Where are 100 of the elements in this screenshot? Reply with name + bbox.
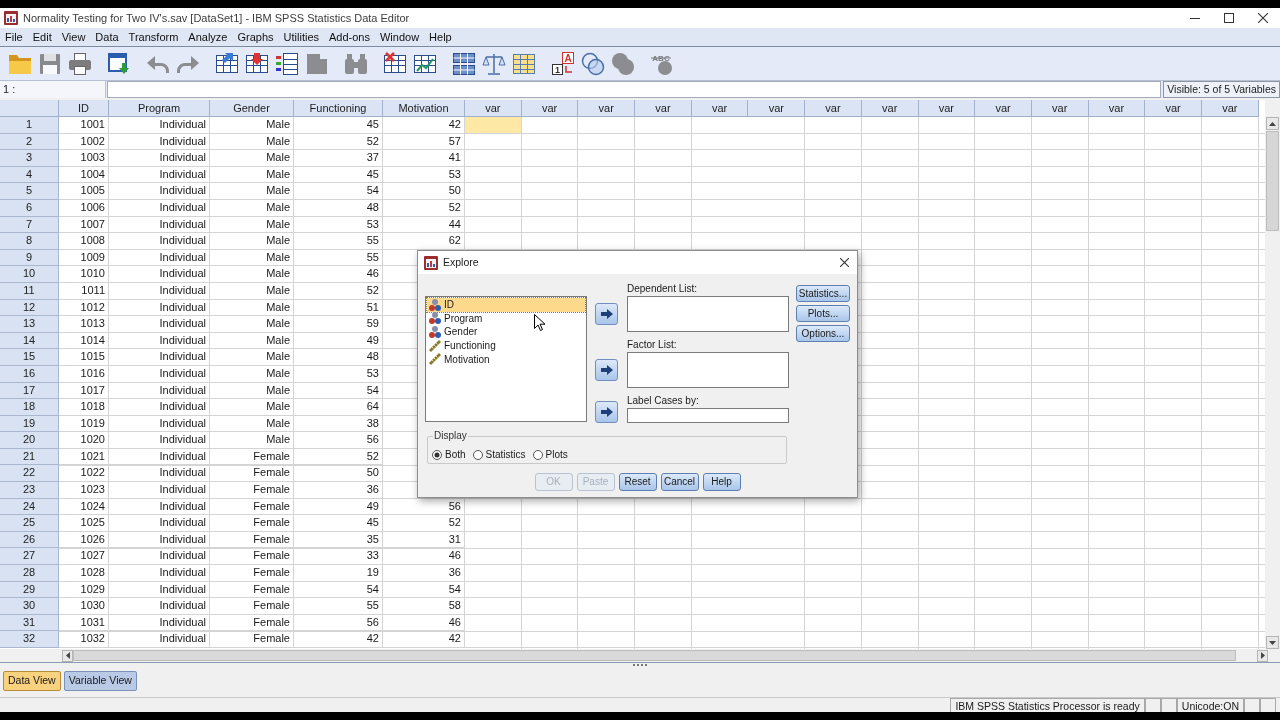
move-button[interactable] (595, 401, 618, 423)
column-header[interactable]: var (635, 100, 692, 117)
table-cell: 56 (294, 432, 383, 449)
menu-item[interactable]: Transform (123, 28, 184, 46)
column-header[interactable]: var (465, 100, 522, 117)
column-header[interactable]: var (975, 100, 1032, 117)
row-header[interactable]: 30 (0, 598, 59, 615)
menu-item[interactable]: Help (424, 28, 457, 46)
table-cell: Individual (109, 399, 210, 416)
column-header[interactable]: Motivation (383, 100, 465, 117)
minimize-icon (1190, 17, 1200, 19)
row-header[interactable]: 8 (0, 233, 59, 250)
column-header[interactable]: var (805, 100, 862, 117)
list-item[interactable]: Motivation (427, 352, 585, 366)
row-header[interactable]: 20 (0, 432, 59, 449)
input-field[interactable] (627, 408, 789, 423)
menu-item[interactable]: Graphs (232, 28, 279, 46)
column-header[interactable]: Program (109, 100, 210, 117)
row-header[interactable]: 25 (0, 515, 59, 532)
radio-option[interactable]: Both (432, 447, 466, 462)
table-cell: Individual (109, 531, 210, 549)
menu-item[interactable]: Data (90, 28, 124, 46)
table-cell: 58 (383, 598, 465, 615)
row-header[interactable]: 13 (0, 316, 59, 333)
column-header[interactable]: var (1031, 100, 1089, 117)
list-box[interactable] (627, 352, 789, 388)
row-header[interactable]: 18 (0, 399, 59, 416)
list-item[interactable]: Functioning (427, 338, 585, 353)
dialog-button[interactable]: Reset (618, 473, 657, 491)
table-cell: Male (210, 349, 294, 366)
menu-item[interactable]: Add-ons (324, 28, 375, 46)
menu-item[interactable]: Edit (27, 28, 57, 46)
list-box[interactable] (627, 296, 789, 332)
column-header[interactable]: var (691, 100, 749, 117)
move-button[interactable] (595, 303, 618, 325)
table-cell: Individual (109, 548, 210, 566)
table-cell: Male (210, 299, 294, 317)
column-header[interactable]: var (1088, 100, 1146, 117)
menu-item[interactable]: Utilities (278, 28, 324, 46)
row-header[interactable]: 1 (0, 117, 59, 134)
dialog-button[interactable]: Cancel (660, 473, 699, 491)
scroll-up-button[interactable] (1266, 117, 1279, 130)
table-cell: 54 (294, 581, 383, 599)
column-header[interactable]: var (861, 100, 919, 117)
table-cell: 46 (383, 548, 465, 566)
status-panel (1244, 698, 1260, 712)
view-tab[interactable]: Data View (3, 671, 61, 691)
row-header[interactable]: 23 (0, 482, 59, 499)
active-cell[interactable] (465, 117, 522, 134)
table-cell: Male (210, 382, 294, 400)
row-header[interactable]: 22 (0, 465, 59, 483)
list-item[interactable]: Gender (427, 325, 585, 339)
list-item[interactable]: Program (427, 311, 585, 326)
row-header[interactable]: 10 (0, 266, 59, 283)
table-cell: 1017 (59, 382, 109, 400)
row-header[interactable]: 15 (0, 349, 59, 366)
scroll-left-button[interactable] (62, 649, 73, 662)
row-header[interactable]: 28 (0, 565, 59, 582)
list-item[interactable]: ID (427, 298, 585, 312)
scroll-down-button[interactable] (1266, 636, 1279, 649)
table-cell: 45 (294, 117, 383, 134)
column-header[interactable]: var (521, 100, 579, 117)
cell-reference: 1 : (0, 81, 106, 98)
table-cell: 53 (294, 365, 383, 383)
radio-option[interactable]: Plots (532, 447, 568, 462)
dialog-button[interactable]: Help (702, 473, 741, 491)
menu-item[interactable]: View (56, 28, 91, 46)
row-header[interactable]: 27 (0, 548, 59, 566)
table-cell: 37 (294, 150, 383, 167)
table-cell: 56 (294, 614, 383, 632)
row-header[interactable]: 32 (0, 631, 59, 648)
table-cell: Female (210, 448, 294, 466)
column-header[interactable]: Functioning (294, 100, 383, 117)
column-header[interactable]: var (1145, 100, 1202, 117)
table-cell: Individual (109, 266, 210, 283)
radio-option[interactable]: Statistics (472, 447, 526, 462)
menu-item[interactable]: File (0, 28, 28, 46)
column-header[interactable]: var (1201, 100, 1259, 117)
dialog-button[interactable]: Statistics... (796, 285, 850, 302)
column-header[interactable]: var (918, 100, 976, 117)
column-header[interactable]: ID (59, 100, 109, 117)
menu-item[interactable]: Analyze (183, 28, 233, 46)
view-tab[interactable]: Variable View (63, 671, 137, 691)
column-header[interactable]: Gender (210, 100, 294, 117)
scroll-right-button[interactable] (1257, 649, 1268, 662)
scrollbar-thumb[interactable] (73, 650, 1236, 661)
table-cell: 1018 (59, 399, 109, 416)
menu-item[interactable]: Window (375, 28, 425, 46)
column-header[interactable]: var (578, 100, 636, 117)
dialog-button[interactable]: Plots... (796, 305, 850, 322)
dialog-button[interactable]: Options... (796, 325, 850, 342)
column-header[interactable]: var (748, 100, 806, 117)
row-header[interactable]: 5 (0, 183, 59, 200)
scrollbar-thumb[interactable] (1266, 131, 1279, 231)
row-header[interactable]: 3 (0, 150, 59, 167)
app-icon (424, 255, 438, 270)
move-button[interactable] (595, 359, 618, 381)
table-cell: Female (210, 531, 294, 549)
cell-editor-field[interactable] (107, 81, 1162, 98)
table-cell: 55 (294, 249, 383, 267)
